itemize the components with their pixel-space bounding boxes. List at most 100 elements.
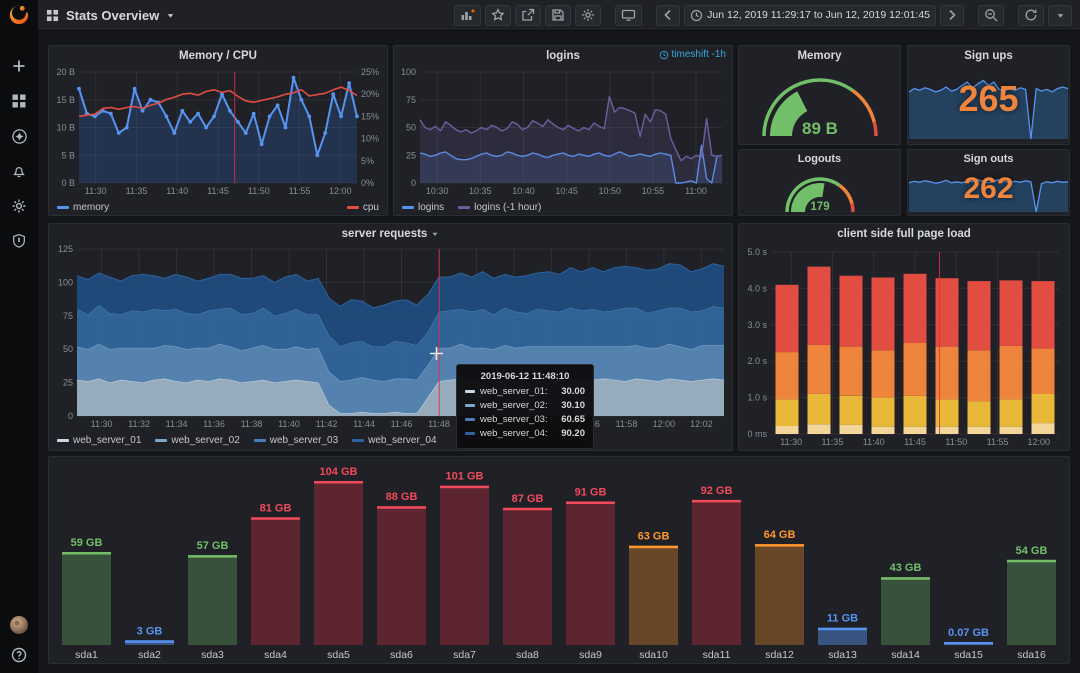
panel-title-sign-ups[interactable]: Sign ups [908,46,1069,66]
legend-item[interactable]: web_server_02 [155,435,239,446]
page-load-chart[interactable]: 11:3011:3511:4011:4511:5011:5512:000 ms1… [739,244,1069,452]
svg-text:11:34: 11:34 [166,419,188,429]
panel-title-logouts[interactable]: Logouts [739,150,900,168]
tooltip-row: web_server_01:30.00 [465,386,585,397]
svg-text:11:40: 11:40 [166,186,188,196]
svg-text:10:45: 10:45 [555,186,578,196]
timeshift-badge[interactable]: timeshift -1h [659,49,726,60]
sign-ups-sparkline[interactable] [908,66,1069,144]
panel-title-text: logins [546,50,580,62]
svg-text:sda6: sda6 [390,649,413,661]
panel-title-memory-cpu[interactable]: Memory / CPU [49,46,387,66]
panel-title-page-load[interactable]: client side full page load [739,224,1069,244]
svg-text:11:55: 11:55 [289,186,311,196]
share-button[interactable] [515,5,541,26]
svg-text:10:55: 10:55 [642,186,665,196]
panel-title-text: Sign outs [963,153,1013,165]
panel-title-sign-outs[interactable]: Sign outs [908,150,1069,168]
memory-cpu-legend: memory cpu [49,199,387,216]
refresh-button[interactable] [1018,5,1044,26]
time-forward-button[interactable] [940,5,964,26]
dashboard-title[interactable]: Stats Overview [46,8,175,23]
svg-text:125: 125 [58,244,73,254]
cycle-view-button[interactable] [615,5,642,26]
svg-text:12:00: 12:00 [329,186,352,196]
user-avatar[interactable] [9,615,29,635]
panel-title-server-requests[interactable]: server requests [49,224,732,244]
legend-item[interactable]: web_server_01 [57,435,141,446]
grafana-logo[interactable] [0,0,38,30]
grafana-logo-icon [8,4,30,26]
legend-item[interactable]: cpu [347,202,379,213]
memory-cpu-chart[interactable]: 11:3011:3511:4011:4511:5011:5512:000 B5 … [49,66,387,199]
panel-memory-gauge: Memory 89 B [738,45,901,145]
svg-text:89 B: 89 B [802,119,838,138]
svg-text:sda1: sda1 [75,649,98,661]
panel-disk-usage: 59 GBsda13 GBsda257 GBsda381 GBsda4104 G… [48,456,1070,664]
time-back-button[interactable] [656,5,680,26]
dashboards-icon[interactable] [9,91,29,111]
time-range-picker[interactable]: Jun 12, 2019 11:29:17 to Jun 12, 2019 12… [684,5,936,26]
logins-chart[interactable]: 10:3010:3510:4010:4510:5010:5511:0002550… [394,66,732,199]
grafana-app: Stats Overview Jun 12, 2019 11:29:17 to … [0,0,1080,673]
svg-text:12:00: 12:00 [653,419,676,429]
toolbar: Jun 12, 2019 11:29:17 to Jun 12, 2019 12… [454,5,1072,26]
svg-text:0: 0 [411,178,416,188]
logouts-gauge[interactable]: 179 [739,168,900,215]
explore-icon[interactable] [9,126,29,146]
add-panel-button[interactable] [454,5,481,26]
disk-usage-chart[interactable]: 59 GBsda13 GBsda257 GBsda381 GBsda4104 G… [49,457,1069,663]
svg-text:50: 50 [63,344,73,354]
svg-text:0%: 0% [361,178,374,188]
help-icon[interactable] [9,645,29,665]
panel-memory-cpu: Memory / CPU 11:3011:3511:4011:4511:5011… [48,45,388,216]
save-button[interactable] [545,5,571,26]
svg-text:5 B: 5 B [61,150,75,160]
panel-title-memory-gauge[interactable]: Memory [739,46,900,66]
star-button[interactable] [485,5,511,26]
svg-text:11:50: 11:50 [248,186,270,196]
svg-text:0: 0 [68,411,73,421]
svg-text:25%: 25% [361,67,379,77]
svg-text:sda5: sda5 [327,649,350,661]
server-admin-shield-icon[interactable] [9,231,29,251]
sign-outs-sparkline[interactable] [908,168,1069,215]
svg-text:81 GB: 81 GB [260,502,292,514]
svg-text:11:36: 11:36 [203,419,225,429]
configuration-gear-icon[interactable] [9,196,29,216]
sidebar-nav [9,56,29,251]
alerting-bell-icon[interactable] [9,161,29,181]
legend-item[interactable]: memory [57,202,109,213]
svg-text:63 GB: 63 GB [638,531,670,543]
svg-text:10:50: 10:50 [599,186,622,196]
sidebar-bottom [9,615,29,665]
panel-title-text: Sign ups [964,50,1013,62]
svg-text:20%: 20% [361,89,379,99]
dashboard-grid-icon [46,9,59,22]
memory-gauge[interactable]: 89 B [739,66,900,144]
svg-text:11:45: 11:45 [904,437,926,447]
panel-menu-caret-icon [431,230,439,238]
svg-text:20 B: 20 B [56,67,75,77]
create-plus-icon[interactable] [9,56,29,76]
legend-item[interactable]: logins [402,202,444,213]
svg-text:sda3: sda3 [201,649,224,661]
legend-item[interactable]: web_server_04 [352,435,436,446]
dashboard-canvas: Memory / CPU 11:3011:3511:4011:4511:5011… [38,31,1080,673]
refresh-interval-caret[interactable] [1048,5,1072,26]
svg-text:sda13: sda13 [828,649,857,661]
svg-text:2.0 s: 2.0 s [747,356,767,366]
svg-text:sda15: sda15 [954,649,983,661]
svg-text:sda7: sda7 [453,649,476,661]
svg-text:75: 75 [63,311,73,321]
svg-text:sda10: sda10 [639,649,668,661]
panel-title-logins[interactable]: logins timeshift -1h [394,46,732,66]
zoom-out-button[interactable] [978,5,1004,26]
title-caret-icon [166,11,175,20]
svg-text:sda16: sda16 [1017,649,1046,661]
legend-item[interactable]: logins (-1 hour) [458,202,541,213]
dashboard-settings-button[interactable] [575,5,601,26]
server-requests-chart[interactable]: 11:3011:3211:3411:3611:3811:4011:4211:44… [49,244,732,432]
panel-sign-ups: Sign ups 265 [907,45,1070,145]
legend-item[interactable]: web_server_03 [254,435,338,446]
